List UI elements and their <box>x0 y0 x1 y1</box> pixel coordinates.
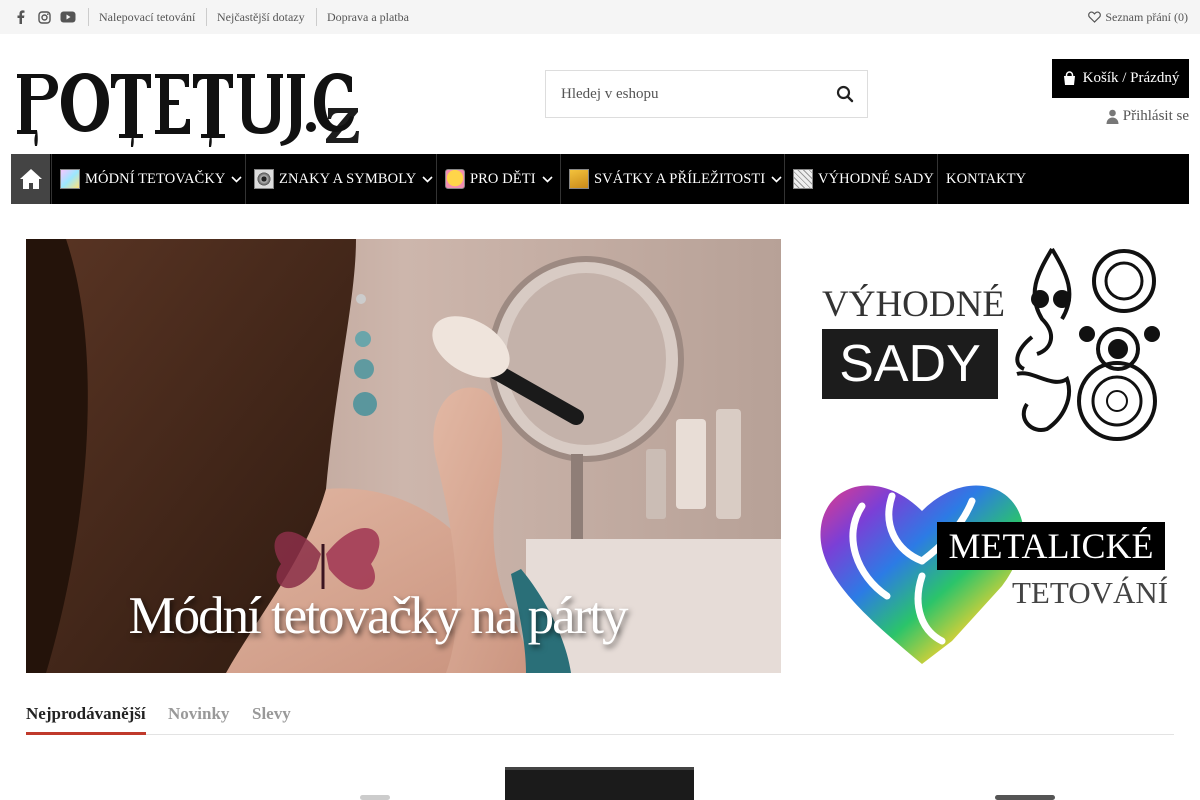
value-sets-banner-title: VÝHODNÉ <box>822 284 1005 325</box>
value-sets-banner-label: SADY <box>822 329 998 399</box>
signs-symbols-thumb-icon <box>254 169 274 189</box>
nav-item-label: SVÁTKY A PŘÍLEŽITOSTI <box>594 170 766 187</box>
product-card-image[interactable] <box>360 795 390 800</box>
nav-item-label: PRO DĚTI <box>470 170 536 187</box>
cart-label: Košík / Prázdný <box>1082 70 1180 86</box>
heart-icon <box>1088 11 1102 23</box>
login-link[interactable]: Přihlásit se <box>1106 108 1189 125</box>
search-button[interactable] <box>835 84 855 104</box>
nav-item-value-sets[interactable]: VÝHODNÉ SADY <box>784 154 937 204</box>
fashion-tattoos-thumb-icon <box>60 169 80 189</box>
product-tabs: Nejprodávanější Novinky Slevy <box>26 700 1174 735</box>
toplink-faq[interactable]: Nejčastější dotazy <box>206 8 305 26</box>
wishlist-link[interactable]: Seznam přání (0) <box>1088 8 1188 26</box>
search-box <box>545 70 868 118</box>
active-tab-indicator <box>26 732 146 735</box>
nav-item-label: VÝHODNÉ SADY <box>818 170 934 187</box>
value-sets-thumb-icon <box>793 169 813 189</box>
main-nav: MÓDNÍ TETOVAČKY ZNAKY A SYMBOLY PRO DĚTI… <box>11 154 1189 204</box>
top-bar: Nalepovací tetování Nejčastější dotazy D… <box>0 0 1200 34</box>
home-icon <box>19 169 42 189</box>
tab-new[interactable]: Novinky <box>168 704 229 724</box>
metallic-banner-subtitle: TETOVÁNÍ <box>1012 575 1169 610</box>
chevron-down-icon <box>422 175 433 183</box>
smiley-thumb-icon <box>445 169 465 189</box>
wishlist-label: Seznam přání (0) <box>1105 10 1188 24</box>
nav-item-signs-symbols[interactable]: ZNAKY A SYMBOLY <box>245 154 436 204</box>
metallic-banner-title: METALICKÉ <box>937 522 1165 570</box>
nav-item-label: KONTAKTY <box>946 170 1027 187</box>
nav-item-holidays[interactable]: SVÁTKY A PŘÍLEŽITOSTI <box>560 154 784 204</box>
search-input[interactable] <box>546 71 816 117</box>
youtube-icon[interactable] <box>59 9 77 25</box>
nav-item-contacts[interactable]: KONTAKTY <box>937 154 1047 204</box>
logo[interactable] <box>15 66 360 150</box>
search-icon <box>836 85 854 103</box>
bag-icon <box>1063 71 1075 85</box>
chevron-down-icon <box>771 175 782 183</box>
chevron-down-icon <box>542 175 553 183</box>
facebook-icon[interactable] <box>11 9 29 25</box>
product-card-image[interactable] <box>995 795 1055 800</box>
nav-item-label: ZNAKY A SYMBOLY <box>279 170 417 187</box>
nav-item-label: MÓDNÍ TETOVAČKY <box>85 170 226 187</box>
product-card-image[interactable] <box>505 767 694 800</box>
user-icon <box>1106 109 1119 124</box>
nav-item-for-kids[interactable]: PRO DĚTI <box>436 154 560 204</box>
hero-title: Módní tetovačky na párty <box>128 587 628 645</box>
holidays-thumb-icon <box>569 169 589 189</box>
login-label: Přihlásit se <box>1122 108 1189 124</box>
nav-item-fashion-tattoos[interactable]: MÓDNÍ TETOVAČKY <box>51 154 245 204</box>
tab-sale[interactable]: Slevy <box>252 704 291 724</box>
instagram-icon[interactable] <box>35 9 53 25</box>
chevron-down-icon <box>231 175 243 183</box>
toplink-tattoos[interactable]: Nalepovací tetování <box>88 8 195 26</box>
toplink-shipping[interactable]: Doprava a platba <box>316 8 409 26</box>
nav-home[interactable] <box>11 154 50 204</box>
tab-bestsellers[interactable]: Nejprodávanější <box>26 704 146 724</box>
cart-button[interactable]: Košík / Prázdný <box>1052 59 1189 98</box>
